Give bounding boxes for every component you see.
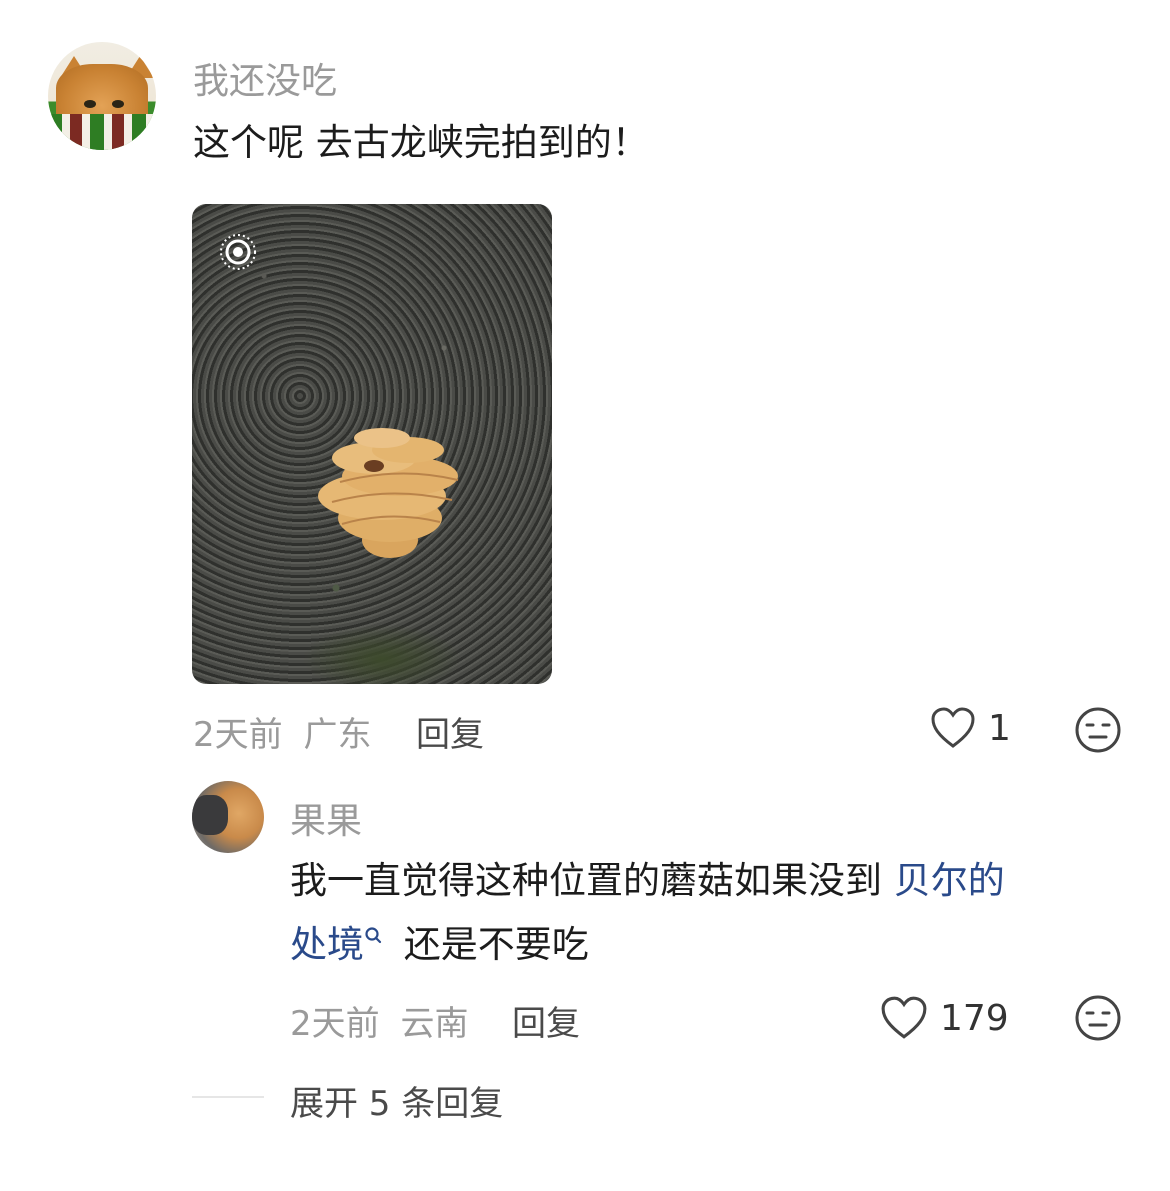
neutral-face-icon[interactable]: [1074, 994, 1122, 1042]
heart-outline-icon[interactable]: [930, 707, 976, 749]
comment-text-line2: 处境 还是不要吃: [290, 914, 1110, 976]
reply-button[interactable]: 回复: [416, 707, 484, 756]
comment-time: 2天前: [290, 1004, 380, 1044]
comment-text-plain: 我一直觉得这种位置的蘑菇如果没到: [290, 859, 882, 902]
comment-location: 广东: [303, 715, 372, 755]
reply-button[interactable]: 回复: [512, 996, 580, 1045]
avatar[interactable]: [48, 42, 156, 150]
comment-text: 这个呢 去古龙峡完拍到的！: [193, 121, 649, 164]
search-link[interactable]: 处境: [290, 923, 364, 966]
comment-username[interactable]: 我还没吃: [193, 52, 337, 104]
mushroom-image: [318, 428, 459, 558]
expand-replies-button[interactable]: 展开 5 条回复: [290, 1076, 503, 1125]
comment-text-plain: 还是不要吃: [403, 923, 589, 966]
comment-time: 2天前: [193, 715, 283, 755]
like-count: 179: [940, 998, 1009, 1039]
heart-outline-icon[interactable]: [880, 996, 928, 1040]
comment-text: 我一直觉得这种位置的蘑菇如果没到 贝尔的: [290, 850, 1110, 912]
live-photo-icon[interactable]: [218, 232, 258, 272]
comment-username[interactable]: 果果: [290, 792, 362, 844]
comment-location: 云南: [400, 1004, 469, 1044]
avatar[interactable]: [192, 781, 264, 853]
like-count: 1: [988, 708, 1011, 749]
search-icon[interactable]: [364, 926, 384, 948]
divider: [192, 1096, 264, 1098]
comment-photo[interactable]: [192, 204, 552, 684]
search-link[interactable]: 贝尔的: [894, 859, 1005, 902]
neutral-face-icon[interactable]: [1074, 706, 1122, 754]
